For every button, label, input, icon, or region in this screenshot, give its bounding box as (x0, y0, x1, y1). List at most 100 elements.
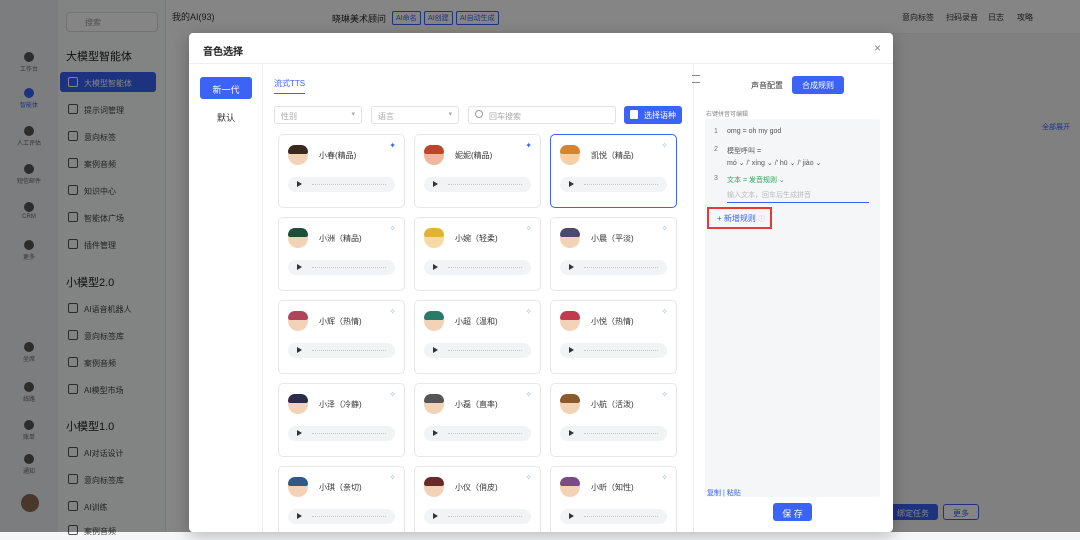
voice-card[interactable]: 小超（温和) ✧ (414, 300, 541, 374)
voice-select-dialog: 音色选择 × 新一代 默认 流式TTS 性别 ▾ 语言 ▾ 回车搜索 选择语种 小春… (189, 33, 893, 532)
voice-card[interactable]: 小婉（轻柔) ✧ (414, 217, 541, 291)
voice-avatar (288, 394, 308, 414)
rule-pinyin[interactable]: mó ⌄ /' xíng ⌄ /' hū ⌄ /' jiào ⌄ (727, 159, 821, 167)
play-icon[interactable] (433, 181, 438, 187)
language-select[interactable]: 语言 ▾ (371, 106, 459, 124)
play-icon[interactable] (297, 513, 302, 519)
waveform (584, 516, 658, 517)
voice-card[interactable]: 小昕（知性) ✧ (550, 466, 677, 532)
divider (189, 63, 893, 64)
help-icon[interactable]: ⓘ (758, 216, 765, 223)
audio-player[interactable] (424, 426, 531, 441)
audio-player[interactable] (424, 177, 531, 192)
waveform (584, 184, 658, 185)
audio-player[interactable] (288, 177, 395, 192)
pin-icon[interactable]: ✧ (661, 224, 668, 233)
copy-paste-links[interactable]: 复制 | 粘贴 (707, 488, 741, 498)
audio-player[interactable] (288, 343, 395, 358)
input-underline (727, 202, 869, 203)
audio-player[interactable] (288, 426, 395, 441)
audio-player[interactable] (560, 177, 667, 192)
audio-player[interactable] (424, 509, 531, 524)
pin-icon[interactable]: ✦ (389, 141, 396, 150)
voice-card-selected[interactable]: 凯悦（精品) ✧ (550, 134, 677, 208)
pin-icon[interactable]: ✧ (661, 307, 668, 316)
gender-select[interactable]: 性别 ▾ (274, 106, 362, 124)
dialog-title: 音色选择 (203, 47, 243, 58)
audio-player[interactable] (560, 343, 667, 358)
pin-icon[interactable]: ✧ (661, 473, 668, 482)
language-icon (630, 110, 638, 119)
play-icon[interactable] (569, 347, 574, 353)
divider (262, 64, 263, 532)
voice-card[interactable]: 小洲（精品) ✧ (278, 217, 405, 291)
audio-player[interactable] (424, 343, 531, 358)
waveform (312, 350, 386, 351)
voice-card[interactable]: 小晨（平淡) ✧ (550, 217, 677, 291)
voice-avatar (288, 311, 308, 331)
pin-icon[interactable]: ✧ (389, 224, 396, 233)
play-icon[interactable] (433, 513, 438, 519)
tab-streaming-tts[interactable]: 流式TTS (274, 78, 306, 94)
voice-card[interactable]: 小磊（直率) ✧ (414, 383, 541, 457)
rules-hint: 右键拼音可编辑 (706, 112, 749, 118)
voice-avatar (560, 477, 580, 497)
voice-card[interactable]: 小悦（热情) ✧ (550, 300, 677, 374)
play-icon[interactable] (433, 430, 438, 436)
voice-card[interactable]: 小琪（亲切) ✧ (278, 466, 405, 532)
pin-icon[interactable]: ✧ (661, 390, 668, 399)
waveform (448, 267, 522, 268)
tab-voice-config[interactable]: 声音配置 (751, 80, 783, 91)
voice-search-input[interactable]: 回车搜索 (468, 106, 616, 124)
close-icon[interactable]: × (874, 41, 881, 55)
play-icon[interactable] (569, 513, 574, 519)
pin-icon[interactable]: ✧ (661, 141, 668, 150)
play-icon[interactable] (297, 264, 302, 270)
pin-icon[interactable]: ✧ (525, 473, 532, 482)
voice-card[interactable]: 小航（活泼) ✧ (550, 383, 677, 457)
rule-input[interactable]: 输入文本，回车后生成拼音 (727, 190, 811, 200)
play-icon[interactable] (297, 430, 302, 436)
pin-icon[interactable]: ✧ (525, 224, 532, 233)
tab-default[interactable]: 默认 (200, 105, 252, 127)
waveform (448, 350, 522, 351)
waveform (584, 267, 658, 268)
play-icon[interactable] (433, 264, 438, 270)
rule-number: 3 (714, 175, 718, 182)
play-icon[interactable] (297, 347, 302, 353)
rule-text[interactable]: 文本 = 发音规则 ⌄ (727, 175, 785, 185)
play-icon[interactable] (569, 181, 574, 187)
pin-icon[interactable]: ✧ (389, 307, 396, 316)
audio-player[interactable] (560, 260, 667, 275)
pin-icon[interactable]: ✧ (389, 473, 396, 482)
audio-player[interactable] (288, 509, 395, 524)
play-icon[interactable] (433, 347, 438, 353)
chevron-down-icon: ▾ (351, 111, 355, 118)
audio-player[interactable] (288, 260, 395, 275)
rule-text[interactable]: 模型呼叫 = (727, 146, 761, 156)
rule-text[interactable]: omg = oh my god (727, 128, 781, 135)
pick-language-button[interactable]: 选择语种 (624, 106, 682, 124)
play-icon[interactable] (569, 264, 574, 270)
voice-card[interactable]: 小仪（俏皮) ✧ (414, 466, 541, 532)
waveform (584, 433, 658, 434)
tab-new-gen[interactable]: 新一代 (200, 77, 252, 99)
play-icon[interactable] (569, 430, 574, 436)
pin-icon[interactable]: ✧ (525, 307, 532, 316)
voice-card[interactable]: 小辉（热情) ✧ (278, 300, 405, 374)
voice-avatar (424, 477, 444, 497)
audio-player[interactable] (560, 426, 667, 441)
audio-player[interactable] (560, 509, 667, 524)
voice-card[interactable]: 妮妮(精品) ✦ (414, 134, 541, 208)
pin-icon[interactable]: ✧ (389, 390, 396, 399)
audio-player[interactable] (424, 260, 531, 275)
add-rule-button[interactable]: + 新增规则 ⓘ (707, 207, 772, 229)
voice-card[interactable]: 小泽（冷静) ✧ (278, 383, 405, 457)
voice-card[interactable]: 小春(精品) ✦ (278, 134, 405, 208)
tab-synth-rules[interactable]: 合成规则 (792, 76, 844, 94)
pin-icon[interactable]: ✦ (525, 141, 532, 150)
play-icon[interactable] (297, 181, 302, 187)
save-button[interactable]: 保 存 (773, 503, 812, 521)
pin-icon[interactable]: ✧ (525, 390, 532, 399)
menu-icon[interactable] (692, 75, 700, 83)
